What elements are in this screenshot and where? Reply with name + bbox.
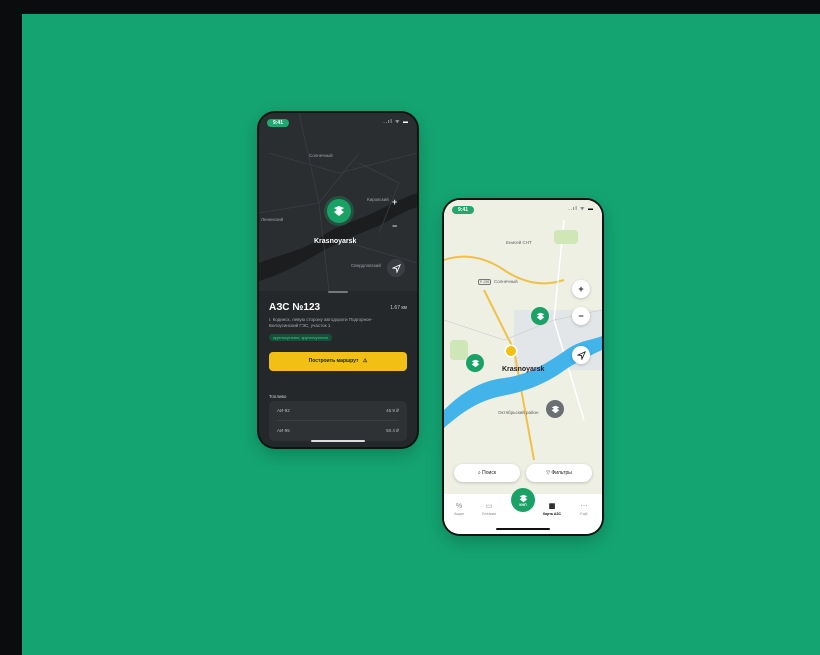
- station-title: АЗС №123: [269, 302, 321, 313]
- map-view[interactable]: 9:41 ..ıl ᯤ ▬ Солнечный Кировский Ленинс…: [259, 113, 417, 291]
- fuel-name: АИ-95: [277, 428, 290, 433]
- more-icon: ⋯: [580, 503, 588, 510]
- wallet-icon: ▭: [485, 503, 493, 510]
- fuel-name: АИ-92: [277, 408, 290, 413]
- status-time: 9:41: [452, 206, 474, 214]
- city-label: Krasnoyarsk: [314, 238, 357, 245]
- tab-station-map[interactable]: ▦ Карта АЗС: [540, 502, 564, 516]
- bottom-tab-bar: % Акции ▭ Платежи КНП ▦ Карта АЗС ⋯ Ещё: [444, 488, 602, 534]
- map-view[interactable]: 9:41 ..ıl ᯤ ▬ Енисей СНТ Р-255 Солнечный…: [444, 200, 602, 494]
- zoom-in-button[interactable]: +: [572, 280, 590, 298]
- fuel-price: 50.4 ₽: [386, 428, 399, 433]
- tab-label: КНП: [519, 502, 527, 507]
- status-icons: ..ıl ᯤ ▬: [568, 206, 594, 212]
- fuel-station-icon: [471, 359, 479, 367]
- percent-icon: %: [455, 503, 463, 510]
- tab-label: Акции: [454, 512, 464, 516]
- tab-label: Ещё: [580, 512, 588, 516]
- map-label: Кировский: [367, 197, 389, 202]
- road-badge: Р-255: [478, 279, 492, 285]
- map-label: Свердловский: [351, 263, 381, 268]
- filters-chip-label: Фильтры: [551, 470, 572, 476]
- fuel-station-icon: [536, 312, 544, 320]
- station-sheet[interactable]: АЗС №123 1.67 км г. Кодинск, левую сторо…: [259, 291, 417, 447]
- fuel-list: АИ-92 45.9 ₽ АИ-95 50.4 ₽: [269, 401, 407, 441]
- navigation-arrow-icon: [391, 263, 401, 273]
- map-label: Ленинский: [261, 217, 284, 222]
- my-location-button[interactable]: [572, 346, 590, 364]
- fuel-price: 45.9 ₽: [386, 408, 399, 413]
- hours-badge: круглосуточно, круглосуточно: [269, 334, 332, 341]
- tab-label: Платежи: [481, 512, 497, 516]
- map-label: Солнечный: [309, 153, 333, 158]
- tab-promotions[interactable]: % Акции: [447, 502, 471, 516]
- fuel-station-pin-inactive[interactable]: [546, 400, 564, 418]
- fuel-station-pin[interactable]: [466, 354, 484, 372]
- fuel-station-icon: [519, 494, 527, 502]
- fuel-row[interactable]: АИ-92 45.9 ₽: [277, 402, 399, 421]
- status-time: 9:41: [267, 119, 289, 127]
- zoom-in-button[interactable]: +: [392, 197, 397, 207]
- map-label: Октябрьский район: [498, 410, 539, 415]
- status-bar: 9:41 ..ıl ᯤ ▬: [259, 113, 417, 129]
- status-bar: 9:41 ..ıl ᯤ ▬: [444, 200, 602, 216]
- map-icon: ▦: [548, 503, 556, 510]
- filters-chip[interactable]: ▽ Фильтры: [526, 464, 592, 482]
- fuel-station-pin[interactable]: [327, 199, 351, 223]
- navigation-arrow-icon: [576, 350, 586, 360]
- city-label: Krasnoyarsk: [502, 366, 545, 373]
- tab-knp[interactable]: КНП: [511, 488, 535, 512]
- fuel-station-icon: [551, 405, 559, 413]
- warning-icon: ⚠: [362, 358, 368, 364]
- fuel-row[interactable]: АИ-95 50.4 ₽: [277, 422, 399, 440]
- tab-more[interactable]: ⋯ Ещё: [572, 502, 596, 516]
- zoom-out-button[interactable]: −: [572, 307, 590, 325]
- tab-label: Карта АЗС: [542, 512, 561, 516]
- home-indicator: [311, 440, 365, 442]
- home-indicator: [496, 528, 550, 530]
- fuel-section-title: Топливо: [269, 394, 287, 399]
- station-distance: 1.67 км: [390, 305, 407, 311]
- build-route-button[interactable]: Построить маршрут ⚠: [269, 352, 407, 371]
- zoom-out-button[interactable]: −: [392, 221, 397, 231]
- map-label: Енисей СНТ: [506, 240, 532, 245]
- presentation-background: [22, 14, 820, 655]
- station-detail-screen: 9:41 ..ıl ᯤ ▬ Солнечный Кировский Ленинс…: [259, 113, 417, 447]
- station-address: г. Кодинск, левую сторону автодороги Под…: [269, 317, 373, 328]
- fuel-station-pin[interactable]: [531, 307, 549, 325]
- user-location-marker: [506, 346, 516, 356]
- my-location-button[interactable]: [387, 259, 405, 277]
- search-chip[interactable]: ⌕ Поиск: [454, 464, 520, 482]
- sheet-handle[interactable]: [328, 291, 348, 293]
- tab-payments[interactable]: ▭ Платежи: [477, 502, 501, 516]
- station-map-screen: 9:41 ..ıl ᯤ ▬ Енисей СНТ Р-255 Солнечный…: [444, 200, 602, 534]
- build-route-label: Построить маршрут: [308, 358, 359, 364]
- map-label: Солнечный: [494, 279, 518, 284]
- status-icons: ..ıl ᯤ ▬: [383, 119, 409, 125]
- search-chip-label: Поиск: [482, 470, 497, 476]
- fuel-station-icon: [334, 206, 344, 216]
